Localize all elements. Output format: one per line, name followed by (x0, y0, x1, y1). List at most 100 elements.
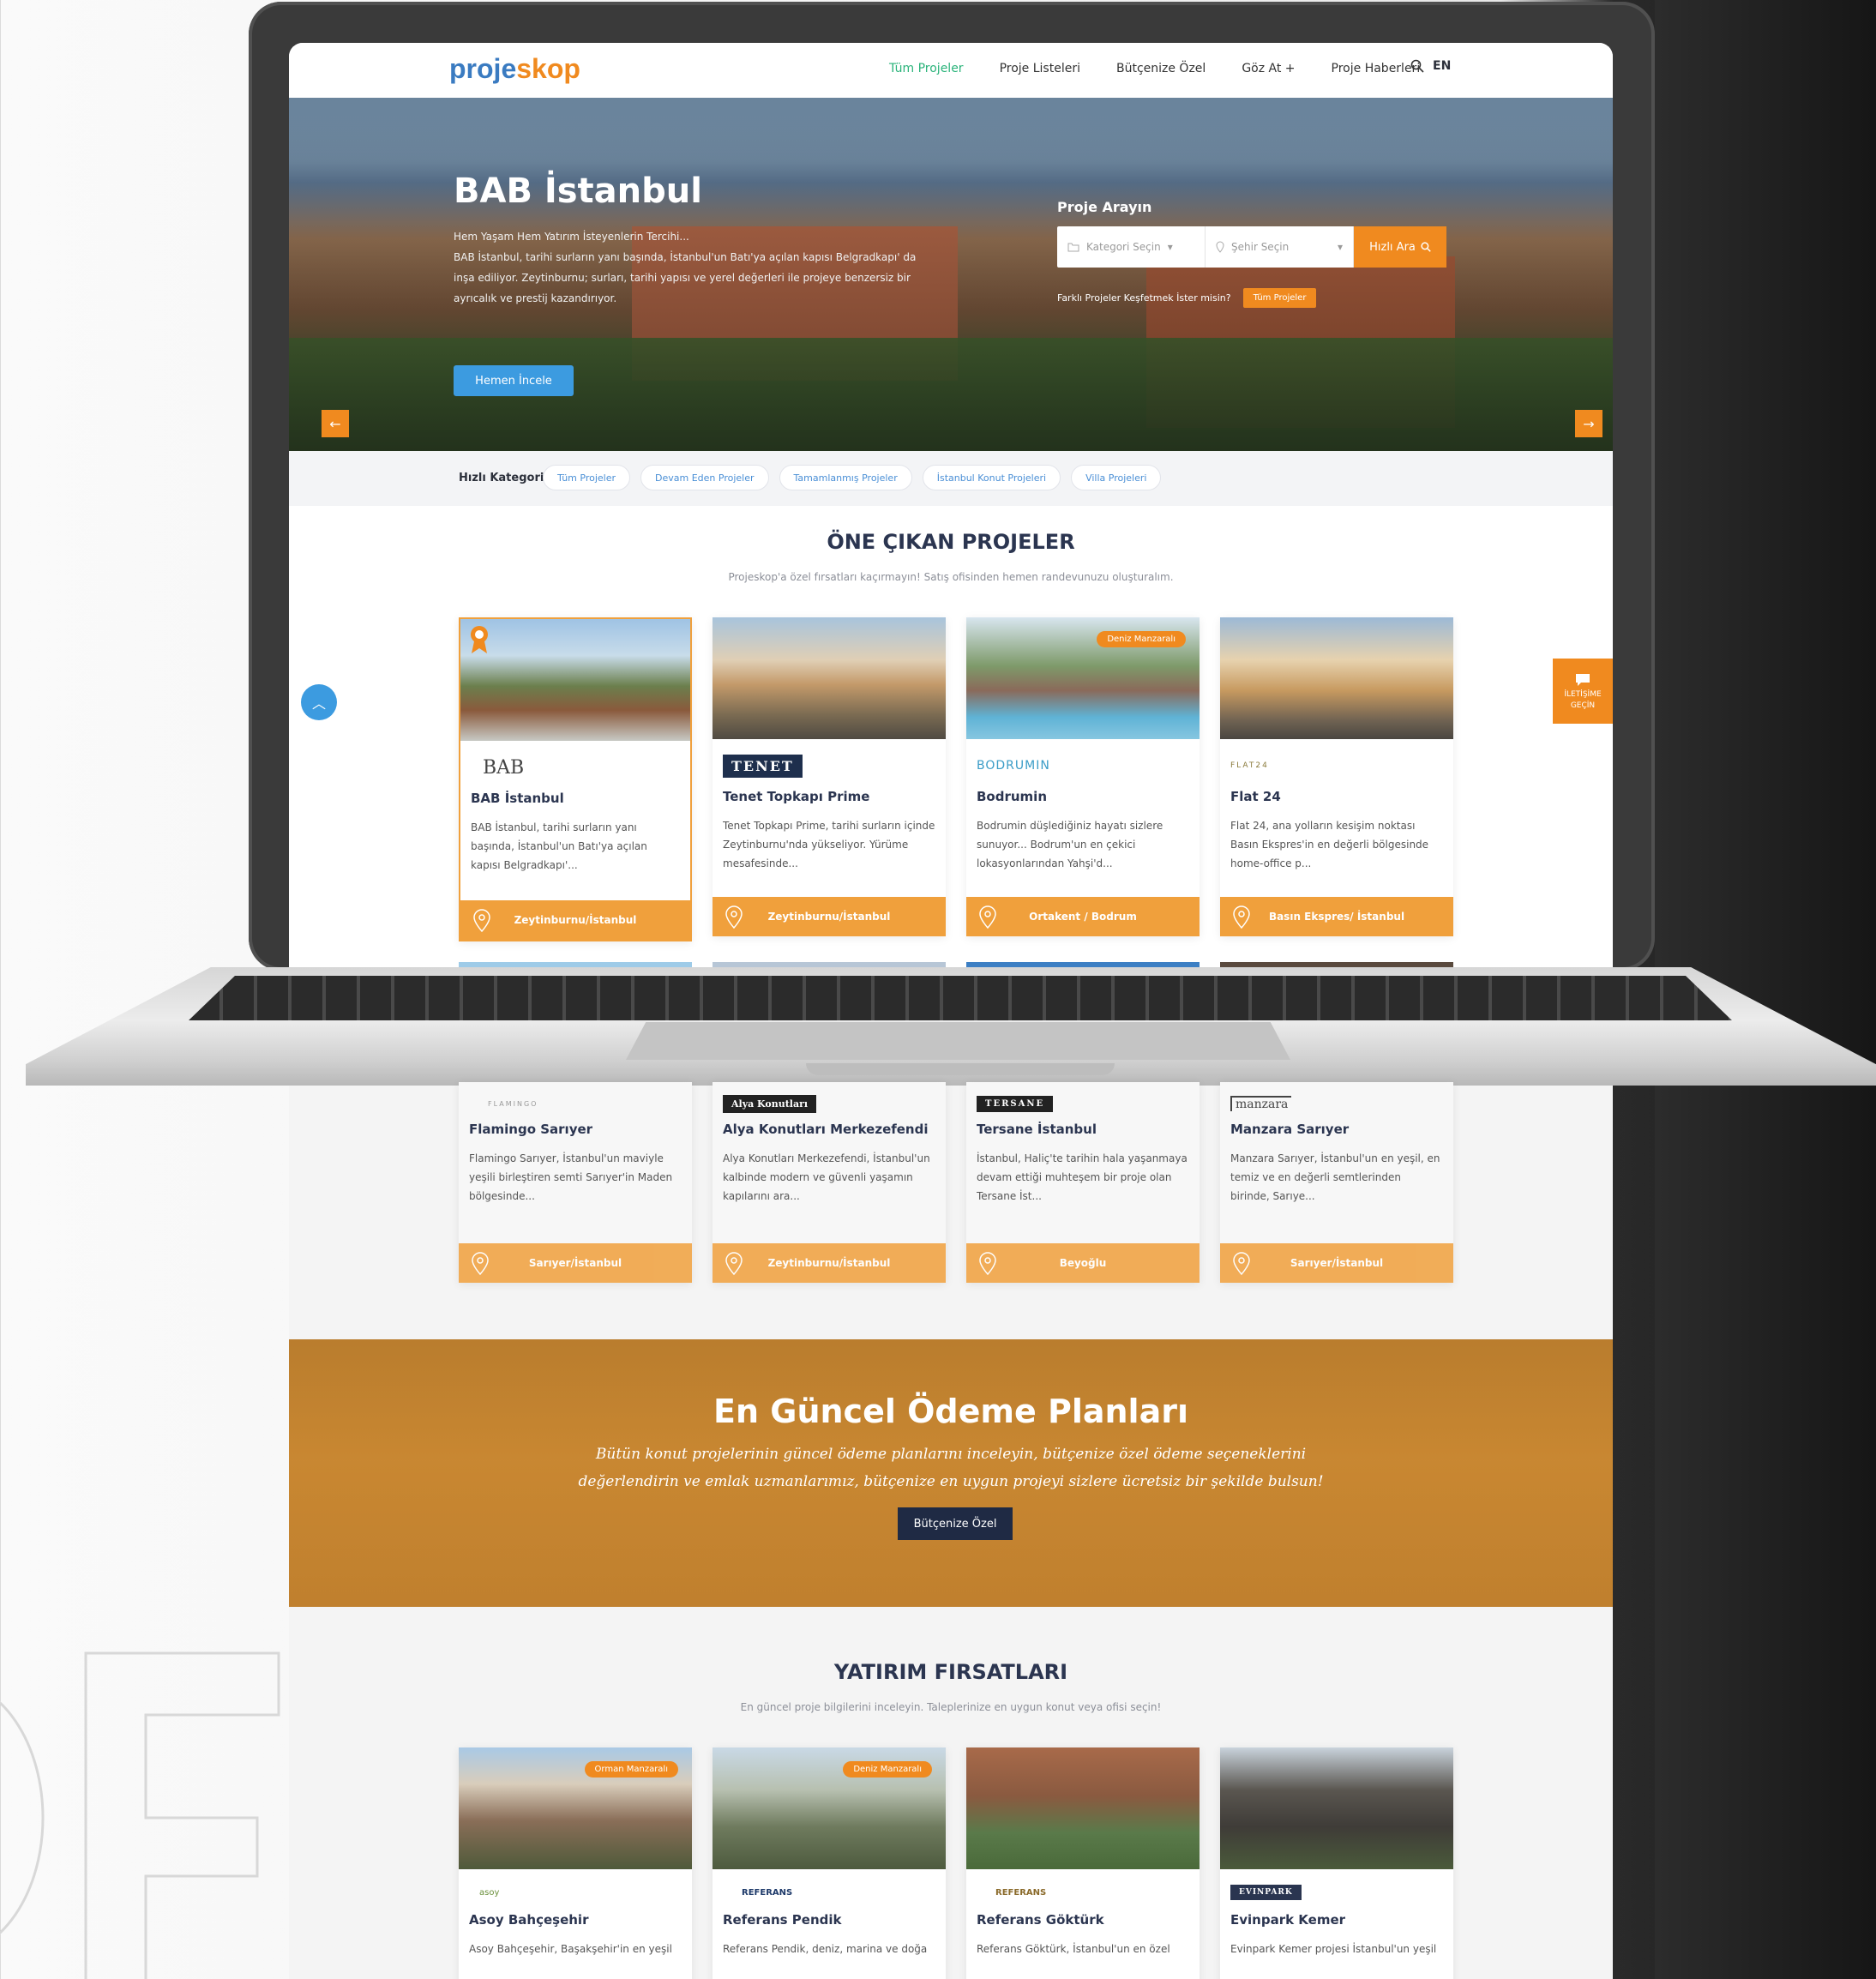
forest-view-badge: Orman Manzaralı (584, 1761, 678, 1777)
slider-next-arrow-icon[interactable]: → (1575, 410, 1602, 437)
project-name: Manzara Sarıyer (1230, 1122, 1350, 1137)
project-location: Sarıyer/İstanbul (1220, 1243, 1453, 1283)
category-select[interactable]: Kategori Seçin ▾ (1057, 226, 1206, 268)
chip-villa[interactable]: Villa Projeleri (1071, 465, 1162, 490)
nav-item-tum-projeler[interactable]: Tüm Projeler (889, 62, 964, 75)
project-logo: EVINPARK (1230, 1878, 1443, 1907)
project-card[interactable]: EVINPARK Evinpark Kemer Evinpark Kemer p… (1220, 1747, 1453, 1979)
laptop-notch (806, 1063, 1115, 1075)
project-image (460, 619, 690, 741)
project-image: Deniz Manzaralı (713, 1747, 946, 1869)
project-card[interactable]: TENET Tenet Topkapı Prime Tenet Topkapı … (713, 617, 946, 936)
project-description: Bodrumin düşlediğiniz hayatı sizlere sun… (977, 820, 1163, 869)
city-select[interactable]: Şehir Seçin ▾ (1206, 226, 1354, 268)
search-bar: Kategori Seçin ▾ Şehir Seçin ▾ Hızlı Ara (1057, 226, 1446, 268)
project-logo: FLAMINGO (488, 1099, 538, 1108)
investment-section-subtitle: En güncel proje bilgilerini inceleyin. T… (740, 1701, 1162, 1713)
location-pin-icon (1233, 1252, 1250, 1276)
featured-section-title: ÖNE ÇIKAN PROJELER (827, 530, 1075, 554)
project-name: Tenet Topkapı Prime (723, 789, 870, 804)
sea-view-badge: Deniz Manzaralı (843, 1761, 932, 1777)
location-pin-icon (725, 1252, 743, 1276)
project-description: Flat 24, ana yolların kesişim noktası Ba… (1230, 820, 1429, 869)
project-name: Alya Konutları Merkezefendi (723, 1122, 929, 1137)
location-pin-icon (979, 1252, 996, 1276)
search-title: Proje Arayın (1057, 199, 1152, 215)
project-card[interactable]: REFERANS Referans Göktürk Referans Göktü… (966, 1747, 1200, 1979)
chevron-down-icon: ▾ (1337, 241, 1343, 253)
chip-istanbul-konut[interactable]: İstanbul Konut Projeleri (922, 465, 1061, 490)
project-description: Flamingo Sarıyer, İstanbul'un maviyle ye… (469, 1152, 673, 1202)
project-description: Asoy Bahçeşehir, Başakşehir'in en yeşil (469, 1943, 672, 1955)
project-card[interactable]: manzara Manzara Sarıyer Manzara Sarıyer,… (1220, 1082, 1453, 1283)
project-description: Evinpark Kemer projesi İstanbul'un yeşil (1230, 1943, 1437, 1955)
quick-category-label: Hızlı Kategori (459, 472, 544, 484)
nav-item-proje-haberleri[interactable]: Proje Haberleri (1332, 62, 1421, 75)
hero-slider: BAB İstanbul Hem Yaşam Hem Yatırım İstey… (289, 98, 1613, 451)
project-card[interactable]: Alya Konutları Alya Konutları Merkezefen… (713, 1082, 946, 1283)
quick-search-button[interactable]: Hızlı Ara (1354, 226, 1446, 268)
payment-plans-banner: En Güncel Ödeme Planları Bütün konut pro… (289, 1339, 1613, 1607)
scroll-to-top-chevron-up-icon[interactable]: ︿ (301, 684, 337, 720)
project-card[interactable]: TERSANE Tersane İstanbul İstanbul, Haliç… (966, 1082, 1200, 1283)
project-image: Deniz Manzaralı (966, 617, 1200, 739)
butcenize-ozel-button[interactable]: Bütçenize Özel (898, 1507, 1013, 1540)
project-image (966, 1747, 1200, 1869)
search-icon[interactable] (1410, 59, 1424, 73)
investment-section: YATIRIM FIRSATLARI En güncel proje bilgi… (289, 1607, 1613, 1979)
project-logo: FLAT24 (1230, 761, 1269, 770)
project-location: Zeytinburnu/İstanbul (460, 900, 690, 940)
project-logo: REFERANS (995, 1887, 1047, 1898)
project-location: Ortakent / Bodrum (966, 897, 1200, 936)
project-location: Zeytinburnu/İstanbul (713, 1243, 946, 1283)
location-pin-icon (725, 905, 743, 929)
project-logo: BAB (483, 756, 525, 779)
nav-item-proje-listeleri[interactable]: Proje Listeleri (1000, 62, 1080, 75)
project-logo: manzara (1230, 1091, 1443, 1116)
nav-item-butcenize-ozel[interactable]: Bütçenize Özel (1116, 62, 1206, 75)
slider-prev-arrow-icon[interactable]: ← (322, 410, 349, 437)
hero-description: Hem Yaşam Hem Yatırım İsteyenlerin Terci… (454, 231, 917, 304)
project-logo: BODRUMIN (977, 759, 1050, 773)
project-location: Beyoğlu (966, 1243, 1200, 1283)
project-logo: REFERANS (742, 1887, 793, 1898)
location-pin-icon (473, 909, 490, 933)
projeskop-logo[interactable]: projeskop (449, 53, 580, 85)
project-card[interactable]: BAB BAB İstanbul BAB İstanbul, tarihi su… (459, 617, 692, 941)
project-description: Alya Konutları Merkezefendi, İstanbul'un… (723, 1152, 930, 1202)
project-logo: TERSANE (977, 1091, 1189, 1116)
project-card[interactable]: FLAT24 Flat 24 Flat 24, ana yolların kes… (1220, 617, 1453, 936)
chip-devam-eden[interactable]: Devam Eden Projeler (640, 465, 769, 490)
project-image (1220, 1747, 1453, 1869)
project-card[interactable]: Deniz Manzaralı REFERANS Referans Pendik… (713, 1747, 946, 1979)
hero-title: BAB İstanbul (454, 171, 702, 211)
project-description: BAB İstanbul, tarihi surların yanı başın… (471, 821, 647, 871)
project-card[interactable]: Orman Manzaralı asoy Asoy Bahçeşehir Aso… (459, 1747, 692, 1979)
nav-item-goz-at[interactable]: Göz At + (1242, 62, 1295, 75)
project-location: Sarıyer/İstanbul (459, 1243, 692, 1283)
quick-category-bar: Hızlı Kategori Tüm Projeler Devam Eden P… (289, 451, 1613, 506)
sea-view-badge: Deniz Manzaralı (1097, 631, 1186, 647)
all-projects-button[interactable]: Tüm Projeler (1242, 288, 1317, 308)
language-switch[interactable]: EN (1433, 59, 1451, 73)
quick-category-chips: Tüm Projeler Devam Eden Projeler Tamamla… (543, 465, 1162, 490)
project-name: Flamingo Sarıyer (469, 1122, 593, 1137)
nav-tools: EN (1410, 59, 1451, 73)
chat-bubble-icon (1576, 674, 1590, 686)
project-description: Manzara Sarıyer, İstanbul'un en yeşil, e… (1230, 1152, 1440, 1202)
payment-title: En Güncel Ödeme Planları (713, 1393, 1188, 1430)
chip-tum-projeler[interactable]: Tüm Projeler (543, 465, 631, 490)
project-location: Basın Ekspres/ İstanbul (1220, 897, 1453, 936)
contact-button[interactable]: İLETİŞİME GEÇİN (1553, 659, 1613, 724)
project-description: Referans Pendik, deniz, marina ve doğa (723, 1943, 928, 1955)
laptop-trackpad (626, 1022, 1290, 1060)
investment-section-title: YATIRIM FIRSATLARI (833, 1660, 1068, 1684)
hemen-incele-button[interactable]: Hemen İncele (454, 365, 574, 396)
project-card[interactable]: FLAMINGO Flamingo Sarıyer Flamingo Sarıy… (459, 1082, 692, 1283)
project-location: Zeytinburnu/İstanbul (713, 897, 946, 936)
chip-tamamlanmis[interactable]: Tamamlanmış Projeler (779, 465, 912, 490)
location-pin-icon (1233, 905, 1250, 929)
project-image: Orman Manzaralı (459, 1747, 692, 1869)
project-card[interactable]: Deniz Manzaralı BODRUMIN Bodrumin Bodrum… (966, 617, 1200, 936)
project-name: Referans Pendik (723, 1912, 842, 1928)
